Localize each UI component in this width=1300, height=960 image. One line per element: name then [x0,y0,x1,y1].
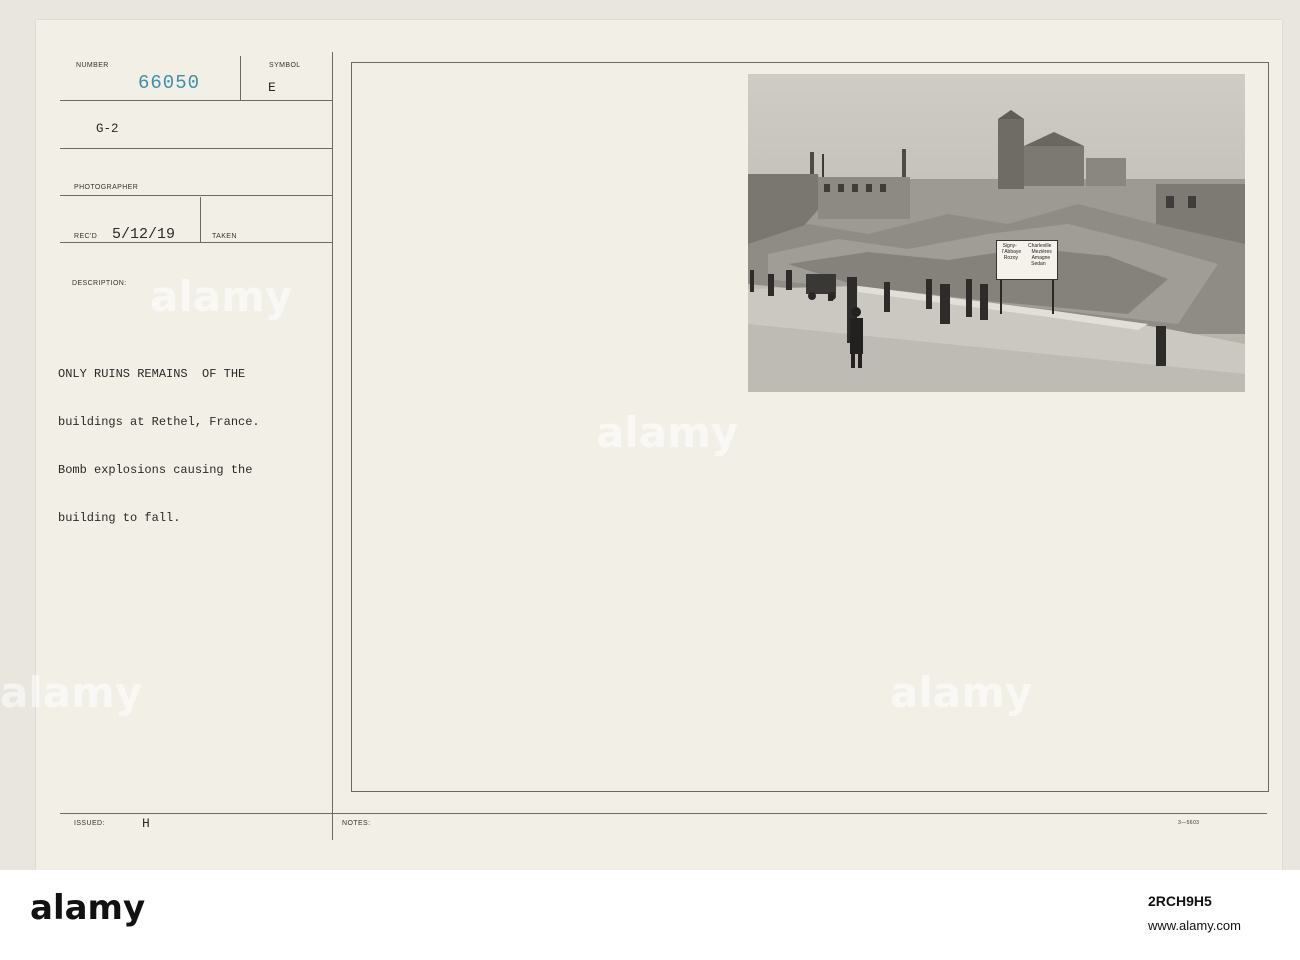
issued-label: ISSUED: [74,820,105,827]
war-ruins-photograph: Signy- Charleville l'Abbaye Mezières Rozoy… [748,74,1245,392]
form-code: 3—5603 [1178,820,1200,826]
rule-photographer [60,195,332,196]
description-line: ONLY RUINS REMAINS OF THE [58,367,246,381]
issued-value: H [142,816,150,831]
description-line: Bomb explosions causing the [58,463,253,477]
description-label: DESCRIPTION: [72,280,127,287]
divider-number-symbol [240,56,241,100]
number-label: NUMBER [76,62,109,69]
watermark-text: alamy [890,668,1033,717]
road-sign: Signy- Charleville l'Abbaye Mezières Rozoy… [996,240,1058,280]
symbol-label: SYMBOL [269,62,301,69]
rule-bottom [60,813,1267,814]
watermark-text: alamy [596,408,739,457]
description-line: buildings at Rethel, France. [58,415,260,429]
section-value: G-2 [96,122,119,136]
symbol-value: E [268,80,276,95]
stock-url: www.alamy.com [1148,918,1241,933]
watermark-text: alamy [0,668,143,717]
stock-footer [0,870,1300,960]
description-line: building to fall. [58,511,181,525]
form-column-divider [332,52,333,840]
sign-row: Sedan [1031,261,1046,267]
description-text: ONLY RUINS REMAINS OF THE buildings at R… [58,334,260,542]
stock-image-id: 2RCH9H5 [1148,893,1212,909]
recd-label: REC'D [74,233,98,240]
divider-recd-taken [200,197,201,242]
rule-number [60,100,332,101]
recd-date: 5/12/19 [112,226,176,243]
record-number: 66050 [138,72,201,94]
stock-logo: alamy [30,888,146,928]
rule-recd [60,242,332,243]
notes-label: NOTES: [342,820,371,827]
photographer-label: PHOTOGRAPHER [74,184,139,191]
taken-label: TAKEN [212,233,237,240]
watermark-text: alamy [150,272,293,321]
rule-section [60,148,332,149]
ruins-photo-drawing [748,74,1245,392]
